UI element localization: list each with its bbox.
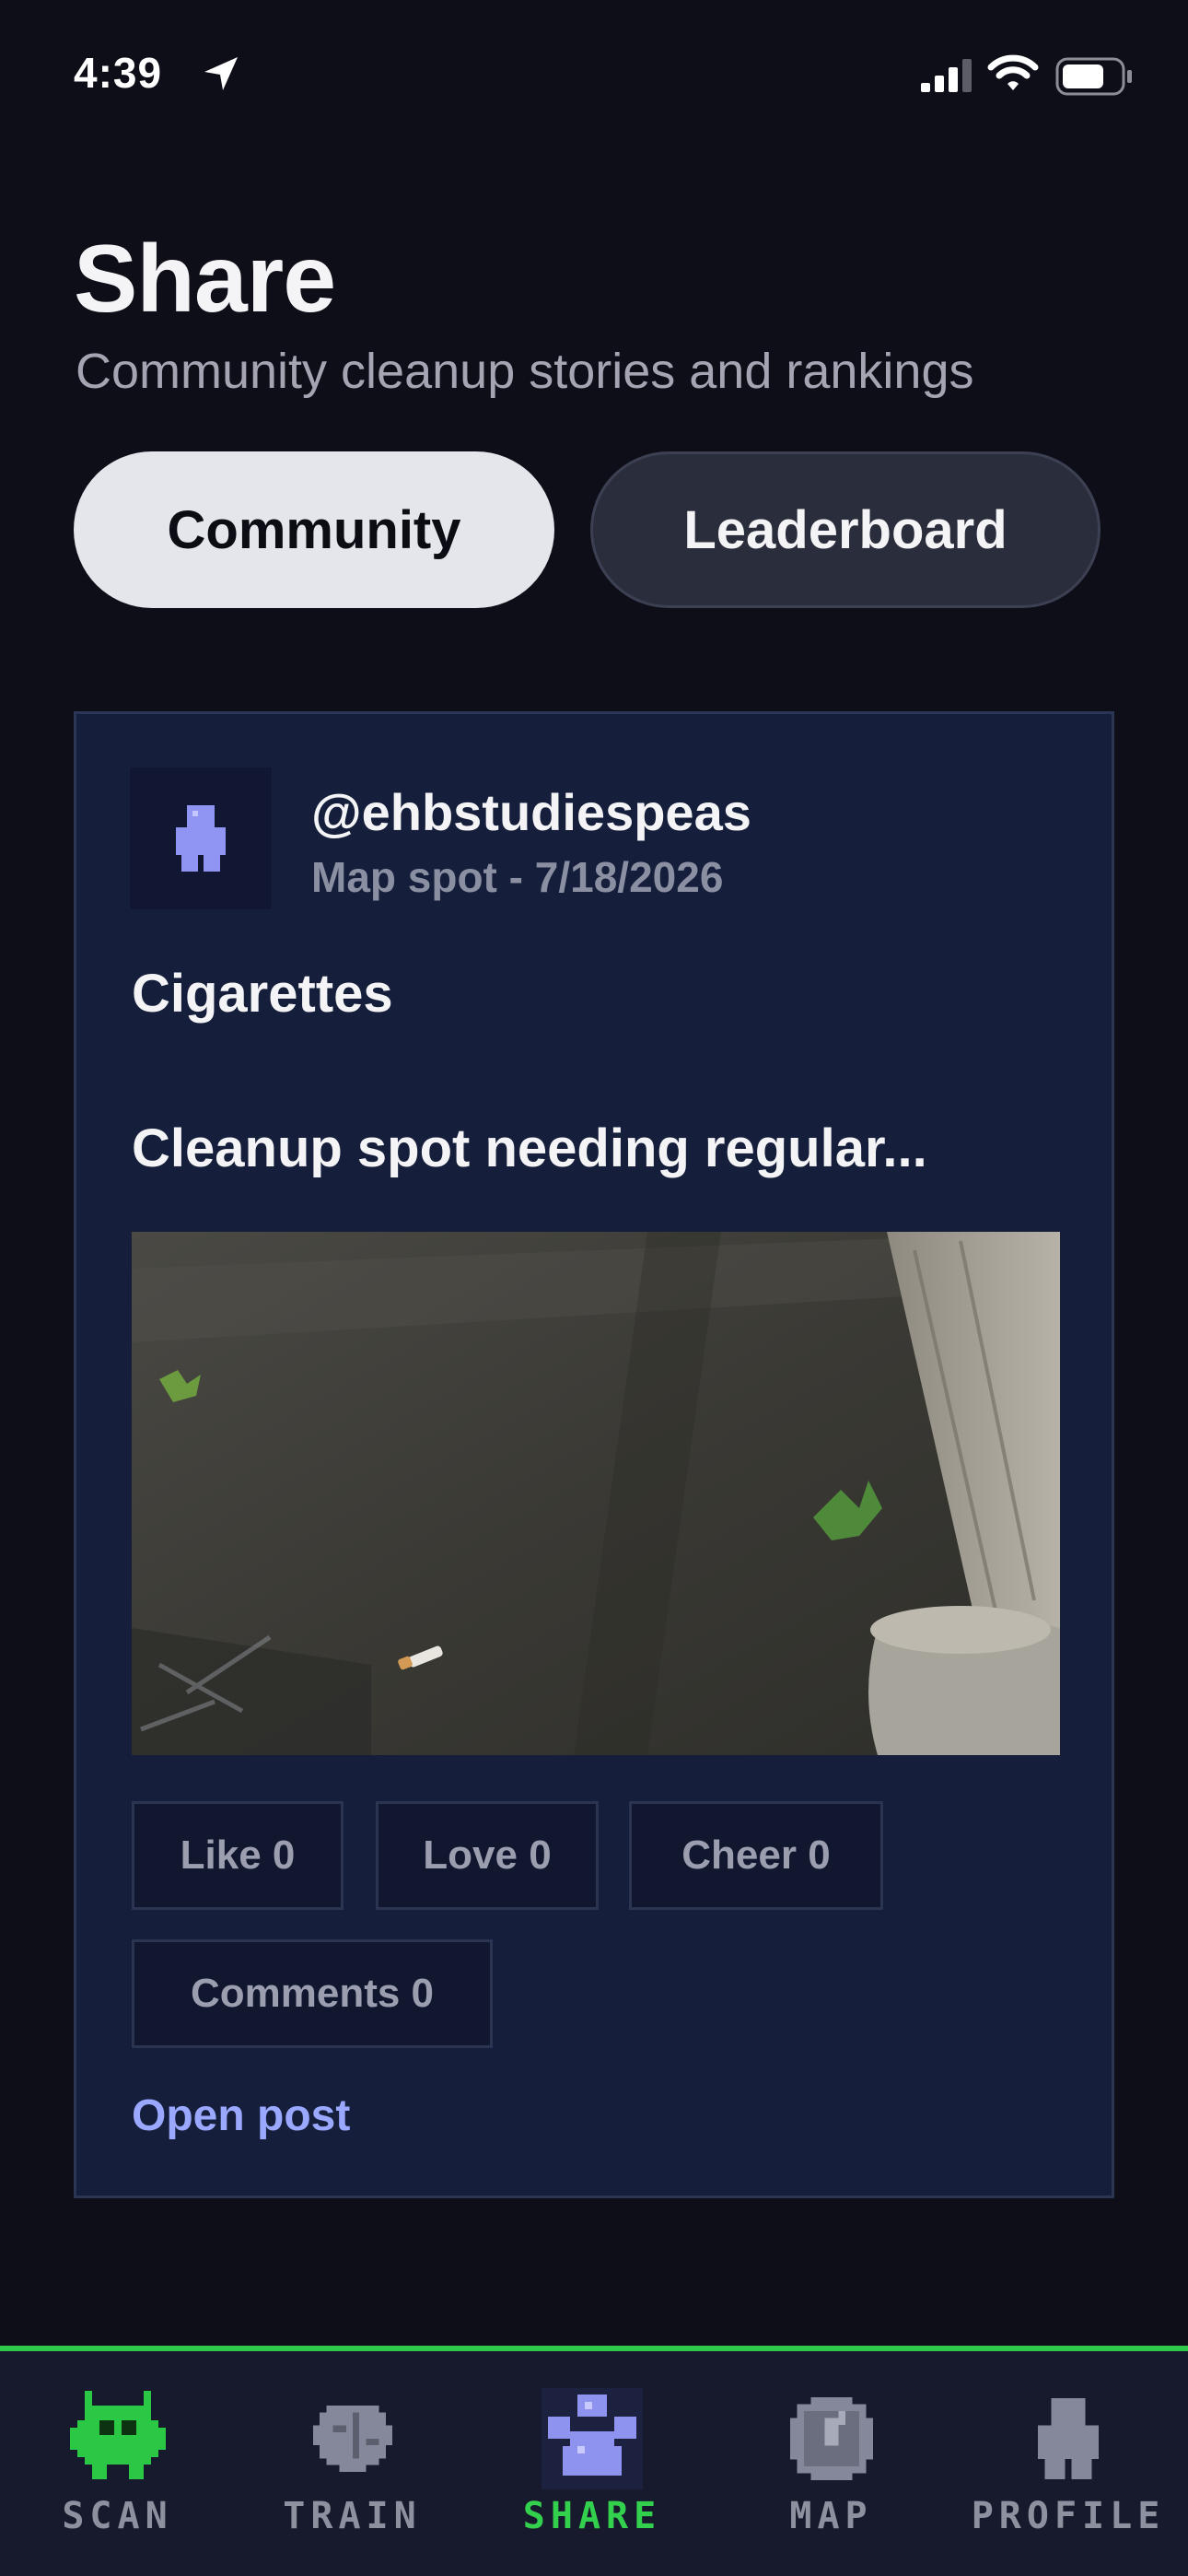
nav-item-share[interactable]: SHARE [500, 2351, 684, 2576]
paw-icon [548, 2395, 636, 2476]
post-photo[interactable] [132, 1232, 1060, 1755]
open-post-link[interactable]: Open post [132, 2090, 350, 2141]
tab-leaderboard[interactable]: Leaderboard [590, 451, 1101, 608]
like-button[interactable]: Like 0 [132, 1801, 344, 1910]
page-title: Share [74, 226, 336, 333]
nav-item-profile[interactable]: PROFILE [958, 2351, 1179, 2576]
bottom-nav: SCAN TRAIN SHARE MAP PROFILE [0, 2346, 1188, 2576]
location-arrow-icon [204, 57, 238, 90]
person-icon [1038, 2398, 1099, 2479]
wifi-icon [987, 54, 1039, 90]
post-meta: Map spot - 7/18/2026 [311, 853, 724, 901]
page-subtitle: Community cleanup stories and rankings [76, 344, 974, 399]
person-icon [176, 805, 226, 872]
comments-button[interactable]: Comments 0 [132, 1939, 493, 2048]
alien-icon [69, 2391, 166, 2479]
nav-label-map: MAP [789, 2495, 873, 2537]
nav-label-profile: PROFILE [971, 2495, 1166, 2537]
post-description: Cleanup spot needing regular... [132, 1118, 927, 1178]
status-bar: 4:39 [0, 0, 1188, 138]
nav-label-train: TRAIN [283, 2495, 422, 2537]
cheer-button[interactable]: Cheer 0 [629, 1801, 883, 1910]
post-username[interactable]: @ehbstudiespeas [311, 782, 751, 842]
nav-label-scan: SCAN [62, 2495, 173, 2537]
status-time: 4:39 [74, 49, 163, 97]
nav-item-train[interactable]: TRAIN [267, 2351, 437, 2576]
compass-icon [789, 2397, 873, 2480]
post-card[interactable]: @ehbstudiespeas Map spot - 7/18/2026 Cig… [74, 711, 1114, 2198]
post-category: Cigarettes [132, 964, 393, 1024]
nav-item-map[interactable]: MAP [746, 2351, 916, 2576]
cellular-signal-icon [921, 59, 972, 92]
battery-icon [1055, 57, 1132, 96]
brain-icon [312, 2406, 392, 2472]
tab-community[interactable]: Community [74, 451, 554, 608]
nav-item-scan[interactable]: SCAN [32, 2351, 203, 2576]
avatar[interactable] [130, 767, 272, 909]
nav-label-share: SHARE [522, 2495, 662, 2537]
love-button[interactable]: Love 0 [376, 1801, 599, 1910]
